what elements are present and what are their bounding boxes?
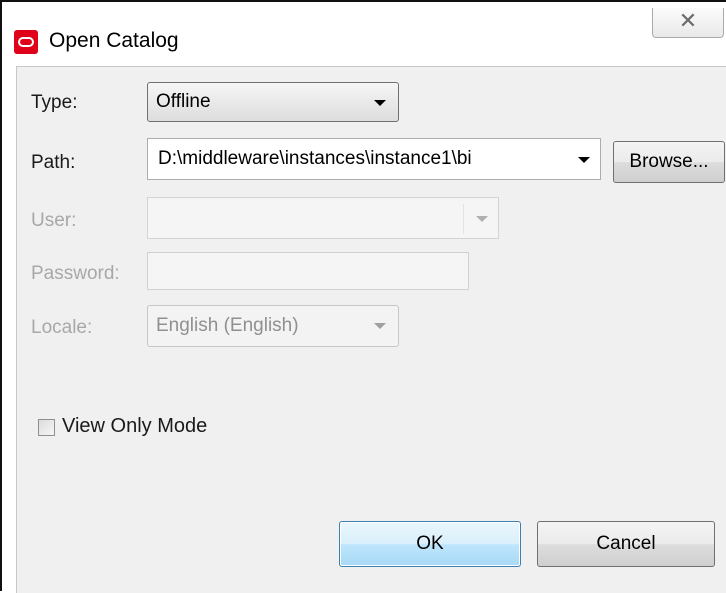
browse-button[interactable]: Browse... (613, 141, 725, 183)
locale-select-value: English (English) (156, 315, 299, 336)
combo-separator (463, 204, 464, 234)
title-bar: Open Catalog ✕ (4, 4, 726, 66)
dialog-window: Open Catalog ✕ Type: Offline Path: D:\mi… (0, 0, 726, 593)
locale-label: Locale: (31, 317, 93, 338)
password-field[interactable] (147, 252, 469, 290)
type-select-value: Offline (156, 91, 211, 112)
ok-button[interactable]: OK (339, 521, 521, 567)
locale-select[interactable]: English (English) (147, 305, 399, 347)
user-combo[interactable] (147, 197, 499, 239)
type-select[interactable]: Offline (147, 82, 399, 122)
close-icon: ✕ (678, 8, 698, 33)
oracle-logo-icon (14, 30, 38, 54)
path-combo[interactable]: D:\middleware\instances\instance1\bi (147, 138, 601, 180)
close-button[interactable]: ✕ (652, 8, 724, 38)
window-title: Open Catalog (49, 29, 179, 52)
path-value: D:\middleware\instances\instance1\bi (158, 148, 472, 169)
chevron-down-icon (374, 100, 386, 106)
view-only-checkbox[interactable] (38, 419, 55, 436)
user-label: User: (31, 210, 77, 231)
password-label: Password: (31, 263, 120, 284)
view-only-label[interactable]: View Only Mode (62, 415, 207, 438)
chevron-down-icon[interactable] (578, 157, 590, 163)
chevron-down-icon (476, 216, 488, 222)
type-label: Type: (31, 92, 78, 113)
path-label: Path: (31, 152, 76, 173)
cancel-button[interactable]: Cancel (537, 521, 715, 567)
chevron-down-icon (374, 323, 386, 329)
dialog-body: Type: Offline Path: D:\middleware\instan… (16, 66, 726, 593)
